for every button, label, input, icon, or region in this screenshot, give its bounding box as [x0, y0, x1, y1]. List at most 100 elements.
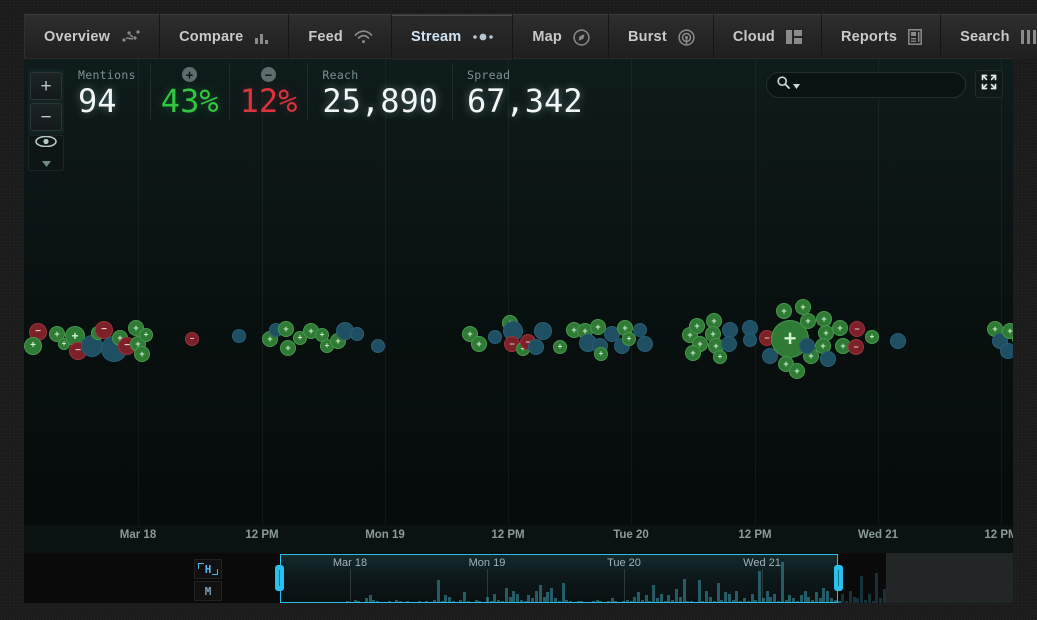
bubble-positive[interactable]: + [24, 337, 42, 355]
sparkline-bar [853, 597, 856, 604]
tab-label: Reports [841, 29, 897, 45]
tab-label: Burst [628, 29, 667, 45]
bars-icon [1021, 30, 1036, 44]
bubble-scatter-plot[interactable]: −++++−+−+−++++−+++++++++++−+−+++++++++++… [24, 59, 1013, 525]
document-icon [908, 29, 922, 45]
bubble-neutral[interactable] [799, 338, 815, 354]
axis-tick-label: Mon 19 [365, 529, 405, 541]
axis-tick-label: Mar 18 [120, 529, 156, 541]
bubble-neutral[interactable] [371, 339, 385, 353]
axis-tick-label: 12 PM [738, 529, 771, 541]
granularity-selector: HMS [194, 559, 222, 603]
sparkline-bar [879, 598, 882, 603]
tab-overview[interactable]: Overview [24, 14, 160, 59]
timeline-scrubber[interactable]: HMS Mar 18Mon 19Tue 20Wed 21 [24, 553, 1013, 603]
tab-label: Compare [179, 29, 243, 45]
eye-icon [35, 134, 57, 152]
bubble-negative[interactable]: − [849, 321, 865, 337]
stat-reach: Reach25,890 [307, 63, 452, 120]
chevron-down-icon [42, 154, 51, 172]
chevron-down-icon[interactable] [793, 76, 800, 94]
stat-value: 25,890 [322, 82, 438, 120]
search-input[interactable] [803, 78, 958, 92]
bubble-neutral[interactable] [743, 333, 757, 347]
bubble-positive[interactable]: + [865, 330, 879, 344]
tab-burst[interactable]: Burst [609, 14, 714, 59]
stat-label: Mentions [78, 67, 136, 82]
tab-compare[interactable]: Compare [160, 14, 289, 59]
tab-search[interactable]: Search [941, 14, 1037, 59]
bubble-positive[interactable]: + [553, 340, 567, 354]
stat-value: 43% [161, 82, 219, 120]
bubble-positive[interactable]: + [689, 318, 705, 334]
tab-label: Stream [411, 29, 461, 45]
stat-mentions: Mentions94 [64, 63, 150, 120]
bubble-positive[interactable]: + [471, 336, 487, 352]
tab-reports[interactable]: Reports [822, 14, 941, 59]
bubble-positive[interactable]: + [685, 345, 701, 361]
bubble-neutral[interactable] [232, 329, 246, 343]
bubble-positive[interactable]: + [776, 303, 792, 319]
stat-value: 67,342 [467, 82, 583, 120]
fullscreen-icon [981, 74, 997, 95]
tab-stream[interactable]: Stream [392, 14, 513, 59]
compass-icon [573, 29, 590, 46]
bubble-positive[interactable]: + [139, 328, 153, 342]
sparkline-bar [868, 594, 871, 604]
zoom-in-button[interactable]: + [30, 72, 62, 100]
bar-chart-icon [254, 30, 270, 44]
search-box[interactable] [766, 72, 966, 98]
brush-handle-left[interactable] [275, 565, 284, 591]
timeline-tick [487, 569, 488, 603]
brush-handle-right[interactable] [834, 565, 843, 591]
stat-label: − [240, 67, 298, 82]
stat-negative: −12% [229, 63, 308, 120]
bubble-negative[interactable]: − [848, 339, 864, 355]
stats-bar: Mentions94+43%−12%Reach25,890Spread67,34… [64, 63, 597, 121]
playback-panel-background [886, 553, 1013, 603]
zoom-out-button[interactable]: − [30, 103, 62, 131]
timeline-label: Mon 19 [469, 557, 506, 569]
zoom-controls: + − [28, 69, 64, 134]
bubble-neutral[interactable] [637, 336, 653, 352]
tab-label: Map [532, 29, 562, 45]
axis-tick-label: 12 PM [491, 529, 524, 541]
grid-blocks-icon [786, 30, 803, 44]
bubble-positive[interactable]: + [713, 350, 727, 364]
bubble-neutral[interactable] [820, 351, 836, 367]
bubble-positive[interactable]: + [278, 321, 294, 337]
granularity-h-button[interactable]: H [194, 559, 222, 579]
stream-chart-area[interactable]: −++++−+−+−++++−+++++++++++−+−+++++++++++… [24, 59, 1013, 525]
bubble-positive[interactable]: + [800, 313, 816, 329]
bubble-neutral[interactable] [633, 323, 647, 337]
bubble-positive[interactable]: + [789, 363, 805, 379]
visibility-toggle-button[interactable] [28, 135, 64, 171]
sparkline-bar [875, 573, 878, 604]
fullscreen-button[interactable] [975, 70, 1003, 98]
timeline-tick [624, 569, 625, 603]
minus-circle-icon: − [261, 67, 276, 82]
bubble-neutral[interactable] [350, 327, 364, 341]
axis-tick-label: Wed 21 [858, 529, 898, 541]
main-tab-bar: Overview Compare Feed Stream Map Burst Cloud Re… [24, 14, 1037, 59]
tab-map[interactable]: Map [513, 14, 609, 59]
timeline-label: Wed 21 [743, 557, 781, 569]
bubble-neutral[interactable] [488, 330, 502, 344]
tab-feed[interactable]: Feed [289, 14, 392, 59]
bubble-neutral[interactable] [721, 336, 737, 352]
bubble-neutral[interactable] [890, 333, 906, 349]
stat-value: 94 [78, 82, 136, 120]
bubble-neutral[interactable] [1000, 343, 1013, 359]
bubble-positive[interactable]: + [594, 347, 608, 361]
bubble-negative[interactable]: − [185, 332, 199, 346]
sparkline-bar [841, 594, 844, 604]
tab-cloud[interactable]: Cloud [714, 14, 822, 59]
bubble-neutral[interactable] [534, 322, 552, 340]
timeline-label: Mar 18 [333, 557, 367, 569]
application-window: Overview Compare Feed Stream Map Burst Cloud Re… [0, 0, 1037, 620]
bubble-positive[interactable]: + [832, 320, 848, 336]
bubble-positive[interactable]: + [134, 346, 150, 362]
granularity-m-button[interactable]: M [194, 581, 222, 601]
stat-value: 12% [240, 82, 298, 120]
bubble-neutral[interactable] [528, 339, 544, 355]
